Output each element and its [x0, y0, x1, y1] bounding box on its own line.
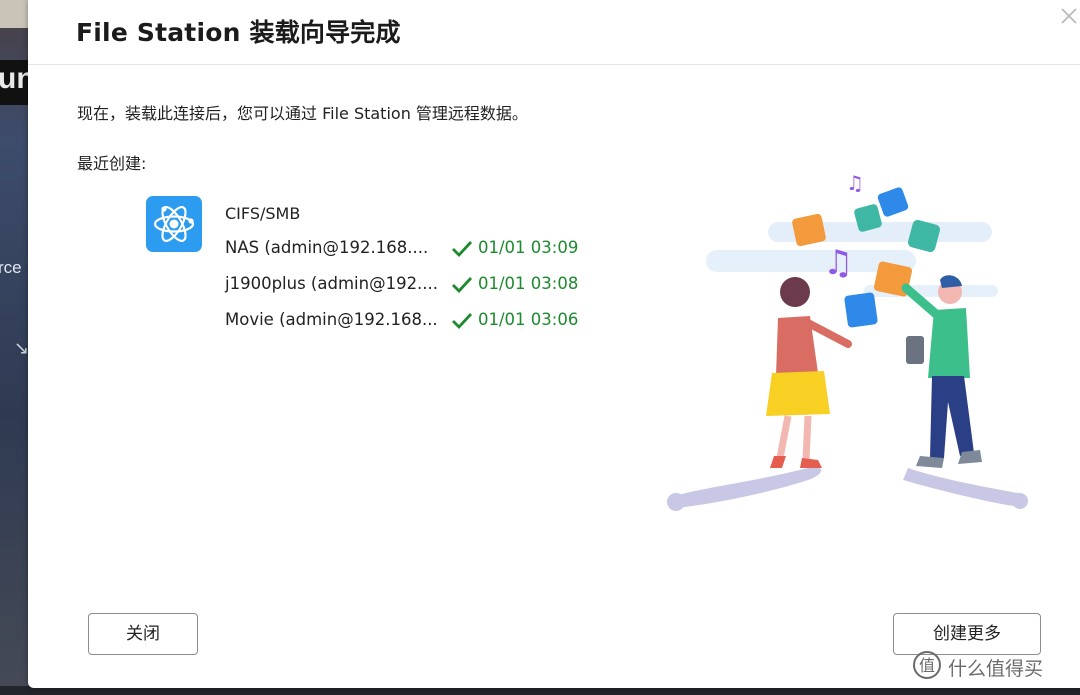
dialog-description: 现在，装载此连接后，您可以通过 File Station 管理远程数据。 [77, 104, 528, 123]
connection-name: j1900plus (admin@192.... [225, 274, 439, 293]
dialog-title: File Station 装载向导完成 [76, 18, 401, 47]
svg-text:值: 值 [919, 656, 935, 675]
chevron-icon: ↘ [14, 338, 30, 359]
dialog-header: File Station 装载向导完成 [28, 0, 1080, 65]
close-button[interactable]: 关闭 [88, 613, 198, 655]
watermark-logo-icon: 值 [913, 651, 941, 679]
connection-time: 01/01 03:08 [478, 274, 579, 293]
recent-label: 最近创建: [77, 154, 147, 173]
svg-text:♫: ♫ [823, 243, 853, 283]
connection-row[interactable]: j1900plus (admin@192.... 01/01 03:08 [225, 274, 605, 298]
cifs-smb-icon [146, 196, 202, 252]
check-icon [451, 239, 473, 263]
connection-time: 01/01 03:06 [478, 310, 579, 329]
mount-wizard-dialog: File Station 装载向导完成 现在，装载此连接后，您可以通过 File… [28, 0, 1080, 688]
illustration: ♫ ♫ [667, 171, 1028, 511]
connection-row[interactable]: NAS (admin@192.168.... 01/01 03:09 [225, 238, 605, 262]
watermark: 值 什么值得买 [912, 650, 1072, 684]
protocol-label: CIFS/SMB [225, 204, 301, 223]
desktop-text-fragment-side: rce [0, 258, 22, 277]
connection-time: 01/01 03:09 [478, 238, 579, 257]
connection-row[interactable]: Movie (admin@192.168... 01/01 03:06 [225, 310, 605, 334]
connection-name: Movie (admin@192.168... [225, 310, 438, 329]
check-icon [451, 311, 473, 335]
close-icon[interactable] [1058, 6, 1080, 28]
create-more-button[interactable]: 创建更多 [893, 613, 1041, 655]
svg-text:♫: ♫ [846, 171, 864, 195]
check-icon [451, 275, 473, 299]
watermark-text: 什么值得买 [948, 658, 1044, 680]
connection-name: NAS (admin@192.168.... [225, 238, 429, 257]
